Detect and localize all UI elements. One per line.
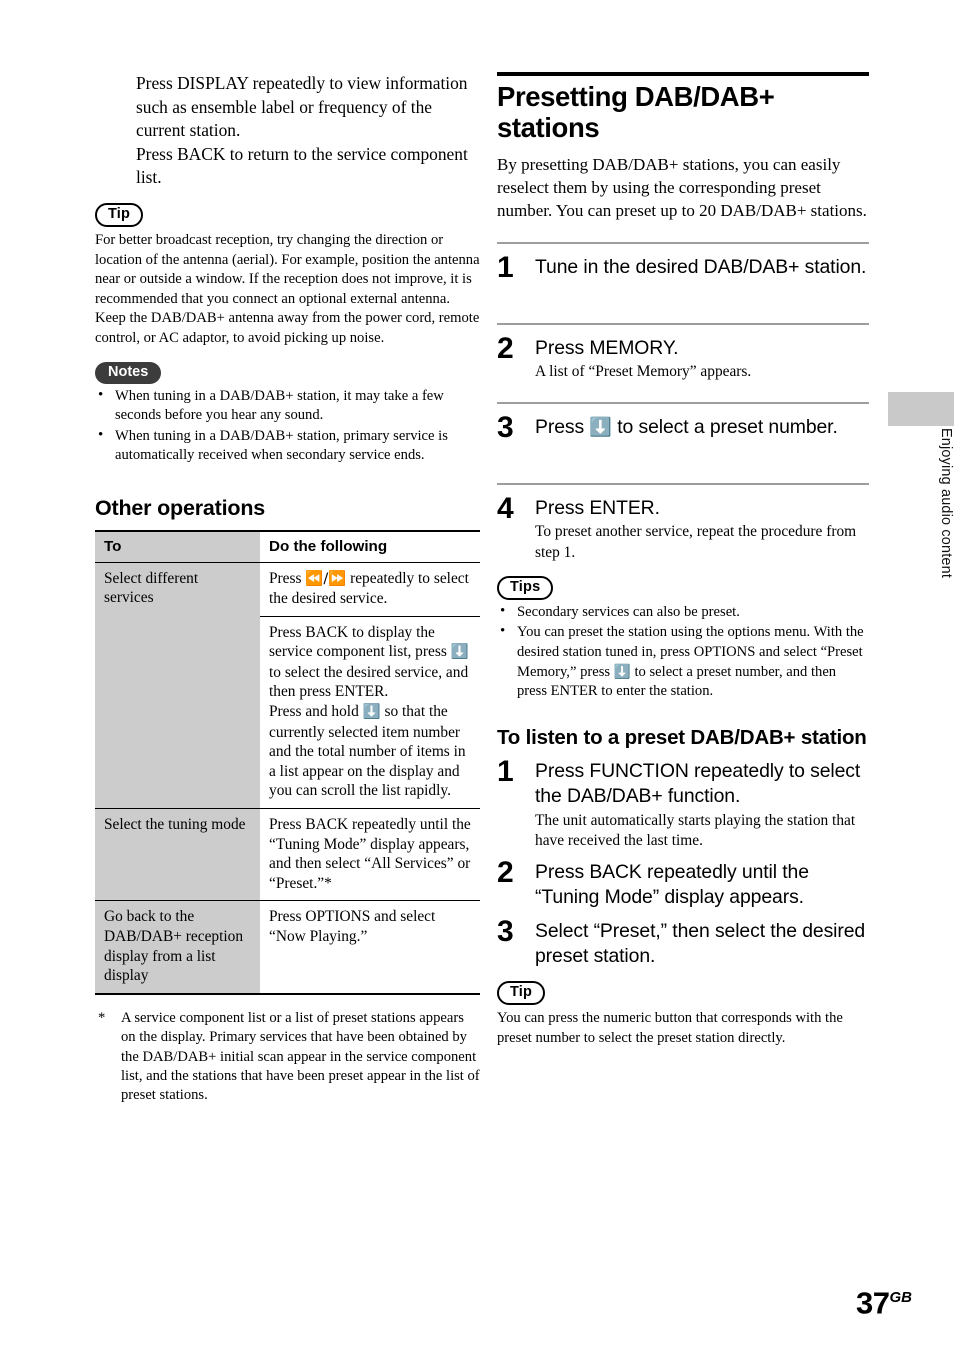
final-tip-badge: Tip (497, 981, 546, 1006)
tips-list: Secondary services can also be preset. Y… (497, 602, 869, 702)
table-row: Select different services Press ⏪/⏩ repe… (95, 562, 480, 809)
page-number-value: 37 (856, 1285, 890, 1320)
chapter-tab-marker (888, 392, 954, 426)
listen-section-heading: To listen to a preset DAB/DAB+ station (497, 725, 867, 749)
step-title: Select “Preset,” then select the desired… (535, 919, 866, 967)
listen-step-3: 3 Select “Preset,” then select the desir… (497, 915, 869, 969)
step-number: 4 (497, 491, 514, 525)
step-title: Press BACK repeatedly until the “Tuning … (535, 861, 809, 909)
table-row: Go back to the DAB/DAB+ reception displa… (95, 900, 480, 995)
up-down-icon: ⬇️ (362, 704, 381, 721)
step-number: 2 (497, 856, 514, 890)
chapter-intro: By presetting DAB/DAB+ stations, you can… (497, 155, 867, 221)
step-1: 1 Tune in the desired DAB/DAB+ station. (497, 244, 869, 284)
tip-badge-row: Tip (95, 202, 480, 227)
cell-do-part-1a: Press BACK to display the service compon… (269, 623, 451, 661)
notes-badge-row: Notes (95, 361, 480, 384)
final-tip-text: You can press the numeric button that co… (497, 1010, 843, 1047)
up-down-icon: ⬇️ (613, 663, 631, 680)
listen-step-2: 2 Press BACK repeatedly until the “Tunin… (497, 856, 869, 910)
cell-do-part-2a: Press and hold (269, 703, 363, 721)
step-description: To preset another service, repeat the pr… (535, 523, 857, 561)
table-row: Select the tuning mode Press BACK repeat… (95, 808, 480, 901)
list-item: Secondary services can also be preset. (497, 602, 869, 623)
tip-badge: Tip (95, 202, 144, 227)
other-operations-table: To Do the following Select different ser… (95, 529, 480, 995)
cell-do: Press OPTIONS and select “Now Playing.” (260, 900, 480, 995)
step-title: Press MEMORY. (535, 336, 679, 359)
table-footnote: * A service component list or a list of p… (95, 1009, 480, 1106)
chapter-heading: Presetting DAB/DAB+ stations (497, 81, 775, 143)
list-item: When tuning in a DAB/DAB+ station, prima… (95, 426, 480, 466)
list-item: When tuning in a DAB/DAB+ station, it ma… (95, 386, 480, 426)
column-header-do: Do the following (260, 529, 480, 563)
step-number: 3 (497, 914, 514, 948)
footnote-text: A service component list or a list of pr… (121, 1009, 480, 1104)
step-title-prefix: Press (535, 415, 590, 438)
notes-badge: Notes (95, 361, 162, 384)
cell-do-part-1b: to select the desired service, and then … (269, 663, 469, 701)
step-number: 1 (497, 250, 514, 284)
prev-next-icon: ⏪/⏩ (305, 570, 347, 587)
lead-line-1: Press DISPLAY repeatedly to view informa… (136, 73, 468, 141)
tips-badge-row: Tips (497, 575, 869, 600)
table-header-row: To Do the following (95, 529, 480, 563)
final-tip-badge-row: Tip (497, 981, 869, 1006)
step-number: 1 (497, 755, 514, 789)
cell-do: Press ⏪/⏩ repeatedly to select the desir… (260, 562, 480, 617)
cell-to: Select different services (95, 562, 260, 809)
page-region-code: GB (889, 1288, 913, 1306)
step-description: The unit automatically starts playing th… (535, 811, 856, 850)
left-column: Press DISPLAY repeatedly to view informa… (95, 72, 480, 1106)
step-number: 3 (497, 410, 514, 444)
chapter-tab-label: Enjoying audio content (938, 428, 954, 579)
step-number: 2 (497, 331, 514, 365)
manual-page: Press DISPLAY repeatedly to view informa… (0, 0, 954, 1352)
listen-step-1: 1 Press FUNCTION repeatedly to select th… (497, 755, 869, 851)
chapter-rule (497, 72, 869, 76)
tip-text: For better broadcast reception, try chan… (95, 231, 480, 346)
cell-to: Go back to the DAB/DAB+ reception displa… (95, 900, 260, 995)
tips-badge: Tips (497, 575, 554, 600)
step-title: Press ENTER. (535, 496, 660, 519)
cell-to: Select the tuning mode (95, 808, 260, 901)
step-title: Tune in the desired DAB/DAB+ station. (535, 255, 867, 278)
cell-do-prefix: Press (269, 569, 306, 587)
step-title: Press ⬇️ to select a preset number. (535, 415, 869, 441)
step-description: A list of “Preset Memory” appears. (535, 363, 752, 381)
other-operations-heading: Other operations (95, 495, 266, 520)
up-down-icon: ⬇️ (589, 416, 612, 438)
step-title-suffix: to select a preset number. (611, 415, 838, 438)
column-header-to: To (95, 529, 260, 563)
lead-paragraph: Press DISPLAY repeatedly to view informa… (136, 72, 480, 190)
list-item: You can preset the station using the opt… (497, 622, 869, 701)
page-number: 37GB (856, 1282, 912, 1318)
step-2: 2 Press MEMORY. A list of “Preset Memory… (497, 325, 869, 383)
cell-do: Press BACK to display the service compon… (260, 615, 480, 809)
cell-do: Press BACK repeatedly until the “Tuning … (260, 808, 480, 901)
step-title: Press FUNCTION repeatedly to select the … (535, 760, 861, 808)
step-4: 4 Press ENTER. To preset another service… (497, 485, 869, 563)
step-3: 3 Press ⬇️ to select a preset number. (497, 404, 869, 444)
lead-line-2: Press BACK to return to the service comp… (136, 143, 468, 188)
right-column: Presetting DAB/DAB+ stations By presetti… (497, 72, 869, 1049)
notes-list: When tuning in a DAB/DAB+ station, it ma… (95, 386, 480, 466)
footnote-marker: * (98, 1009, 106, 1026)
up-down-icon: ⬇️ (450, 644, 469, 661)
